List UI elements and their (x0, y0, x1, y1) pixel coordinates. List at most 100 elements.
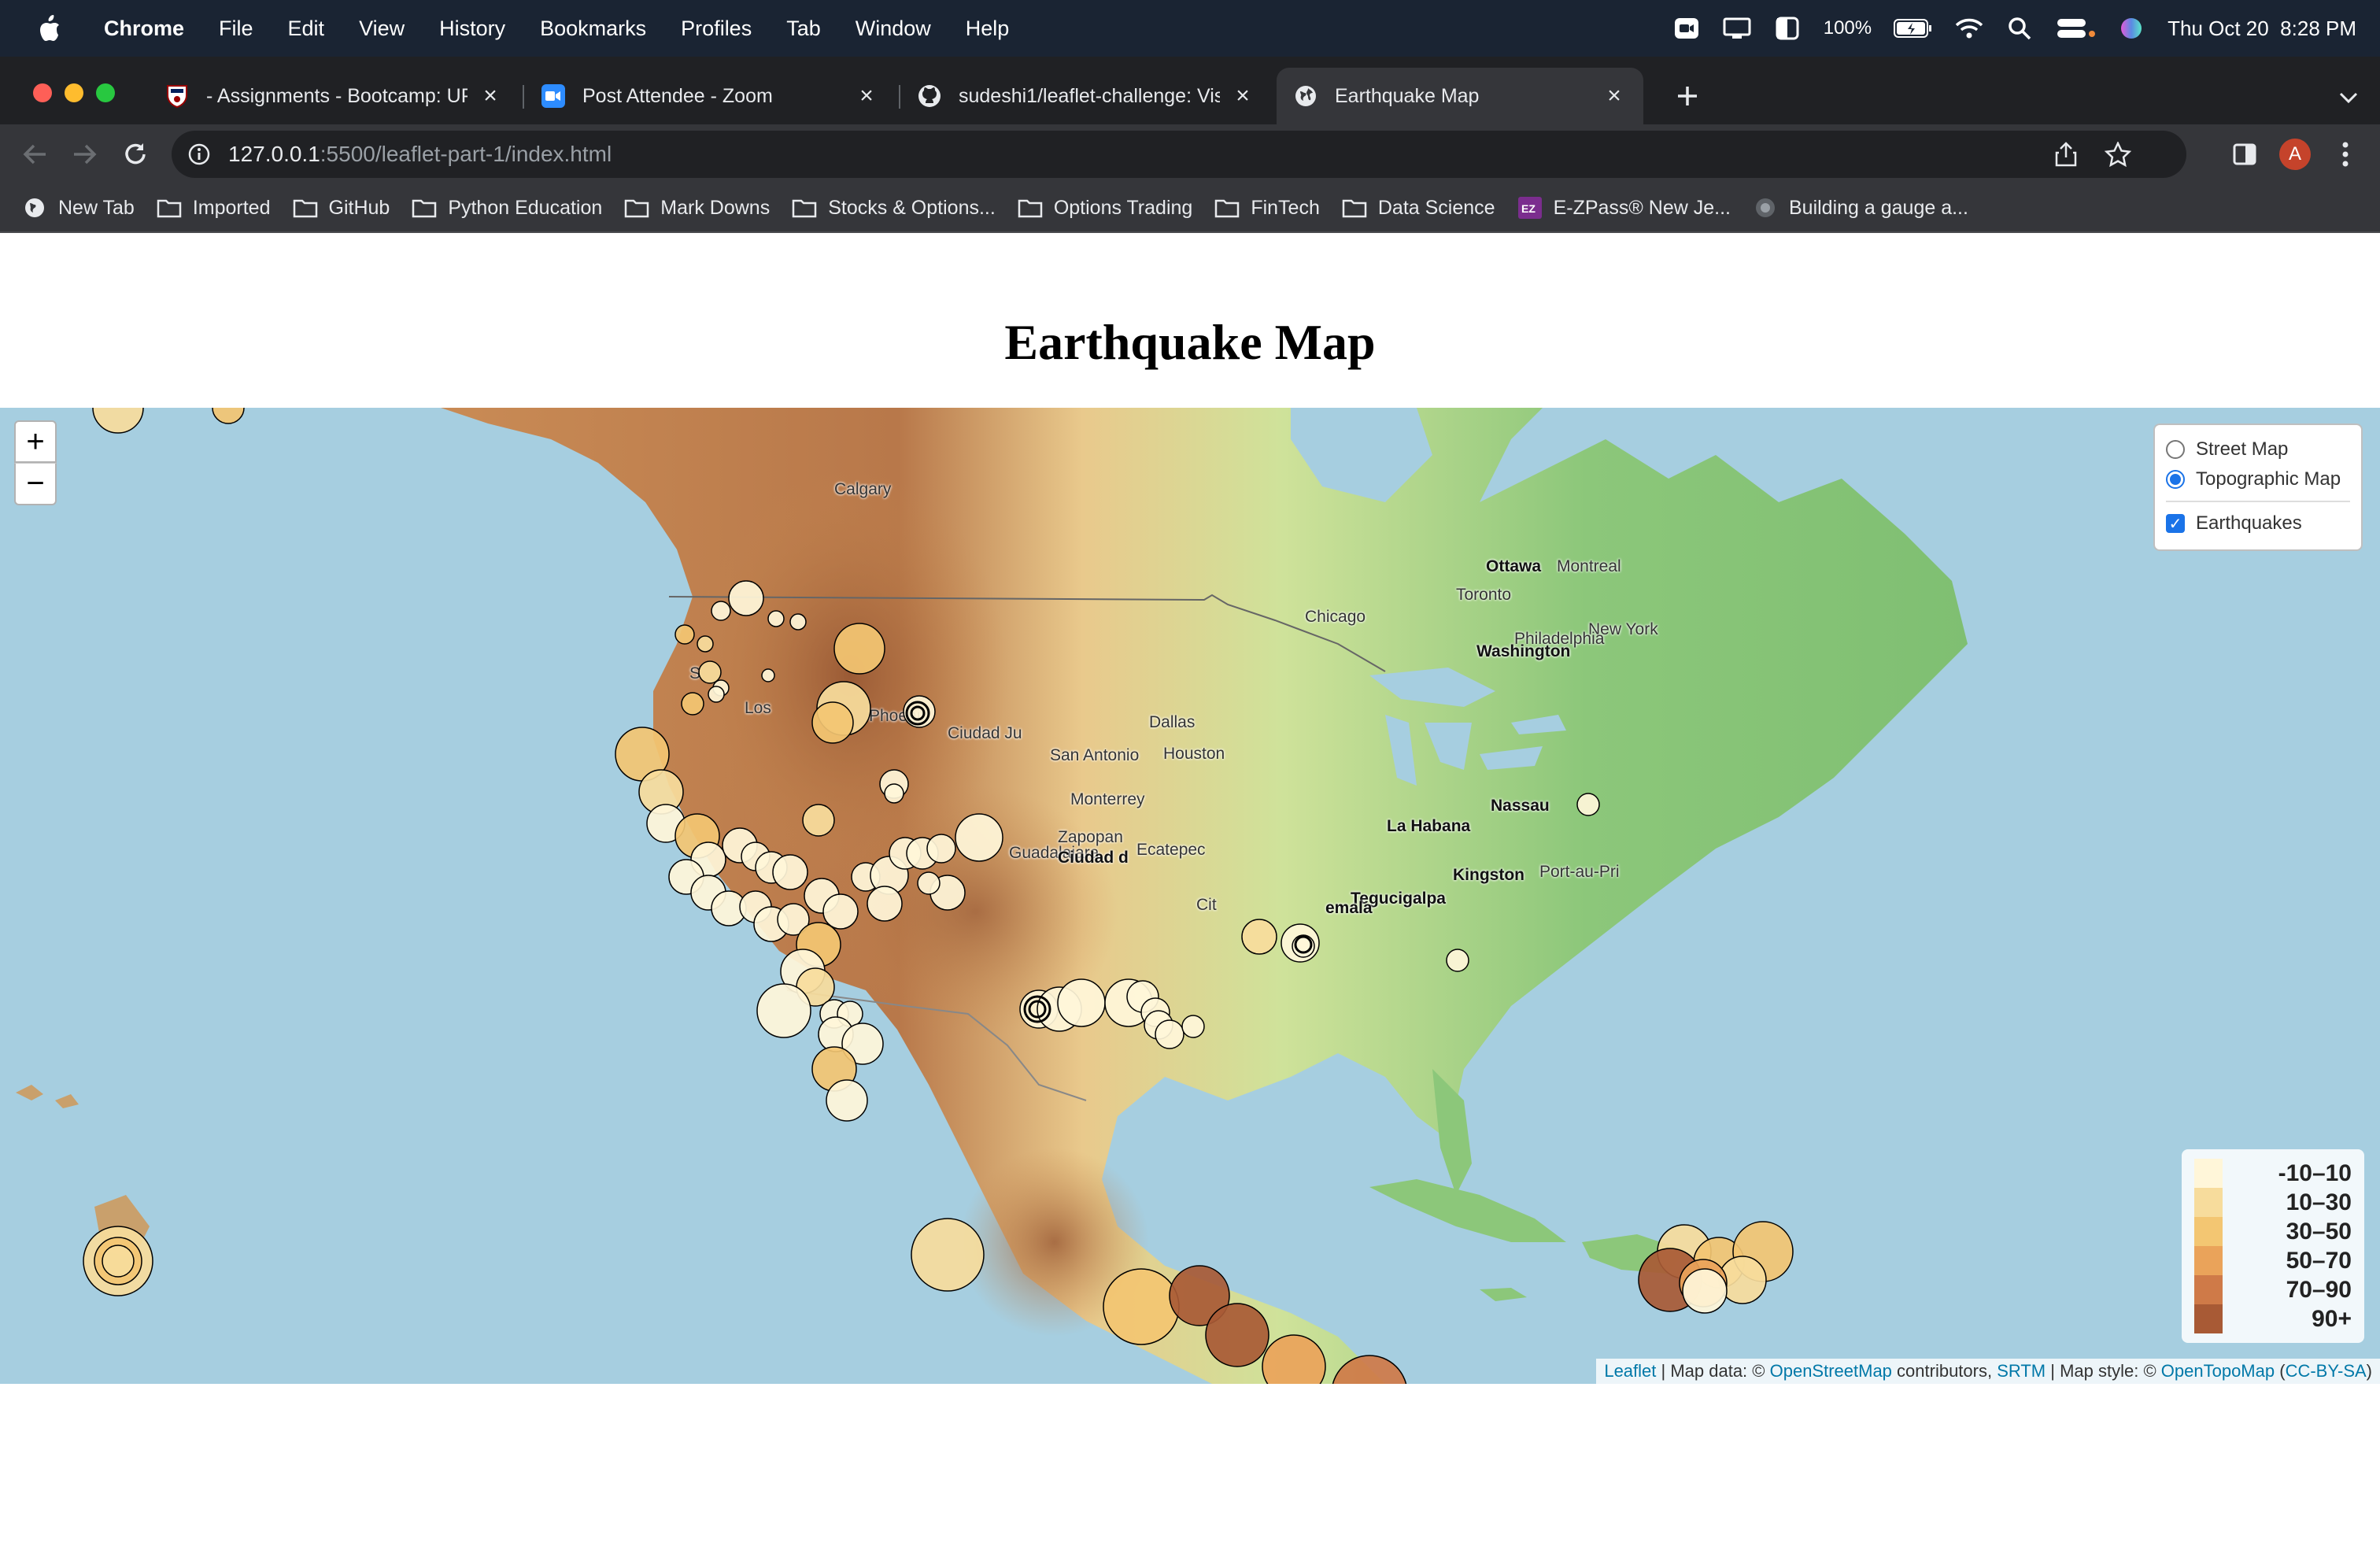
earthquake-marker[interactable] (92, 408, 144, 434)
menu-window[interactable]: Window (856, 17, 931, 41)
bookmark-item[interactable]: Mark Downs (624, 197, 770, 220)
earthquake-marker[interactable] (708, 686, 725, 703)
srtm-link[interactable]: SRTM (1997, 1361, 2046, 1381)
back-arrow-icon[interactable] (16, 135, 54, 173)
earthquake-marker[interactable] (1057, 978, 1106, 1027)
earthquake-marker[interactable] (1576, 793, 1600, 816)
bookmark-item[interactable]: Python Education (412, 197, 602, 220)
leaflet-map[interactable]: Calgary Ottawa Montreal Toronto Chicago New Y… (0, 408, 2380, 1384)
close-tab-icon[interactable]: × (1602, 83, 1626, 109)
earthquake-marker[interactable] (697, 635, 714, 653)
spotlight-search-icon[interactable] (2005, 17, 2034, 40)
street-map-option[interactable]: Street Map (2166, 435, 2350, 464)
window-minimize-button[interactable] (65, 83, 83, 102)
earthquake-marker[interactable] (867, 886, 903, 922)
display-icon[interactable] (1723, 17, 1751, 40)
share-icon[interactable] (2054, 142, 2079, 167)
topographic-map-option[interactable]: Topographic Map (2166, 464, 2350, 494)
kebab-menu-icon[interactable] (2326, 135, 2364, 173)
opentopomap-link[interactable]: OpenTopoMap (2161, 1361, 2275, 1381)
close-tab-icon[interactable]: × (479, 83, 502, 109)
earthquake-marker[interactable] (802, 804, 835, 837)
close-tab-icon[interactable]: × (855, 83, 878, 109)
bookmark-item[interactable]: GitHub (293, 197, 390, 220)
apple-icon[interactable] (30, 13, 69, 44)
earthquake-marker[interactable] (903, 695, 936, 728)
earthquake-marker[interactable] (674, 624, 695, 645)
earthquake-marker[interactable] (772, 854, 808, 890)
earthquake-marker[interactable] (761, 668, 775, 682)
address-bar[interactable]: 127.0.0.1:5500/leaflet-part-1/index.html (172, 131, 2186, 178)
earthquake-marker[interactable] (826, 1079, 868, 1122)
profile-avatar[interactable]: A (2276, 135, 2314, 173)
menu-file[interactable]: File (219, 17, 253, 41)
bookmark-item[interactable]: Imported (157, 197, 271, 220)
tab-search-chevron-icon[interactable] (2333, 82, 2364, 113)
zoom-out-button[interactable]: − (14, 463, 57, 505)
menu-help[interactable]: Help (966, 17, 1010, 41)
earthquake-marker[interactable] (1332, 1355, 1407, 1384)
siri-icon[interactable] (2117, 17, 2145, 40)
earthquake-marker[interactable] (833, 623, 885, 675)
earthquake-marker[interactable] (926, 834, 956, 864)
menu-tab[interactable]: Tab (786, 17, 821, 41)
menu-edit[interactable]: Edit (288, 17, 325, 41)
earthquake-marker[interactable] (102, 1245, 135, 1278)
earthquake-marker[interactable] (911, 1218, 985, 1292)
bookmark-item[interactable]: New Tab (22, 197, 135, 220)
earthquake-marker[interactable] (756, 983, 811, 1038)
forward-arrow-icon[interactable] (66, 135, 104, 173)
bookmark-item[interactable]: Stocks & Options... (792, 197, 996, 220)
earthquake-marker[interactable] (955, 813, 1003, 862)
battery-icon[interactable] (1894, 17, 1933, 40)
earthquake-marker-layer[interactable] (0, 408, 2380, 1384)
bookmark-star-icon[interactable] (2104, 141, 2132, 168)
tab-zoom[interactable]: Post Attendee - Zoom × (524, 68, 896, 124)
earthquake-marker[interactable] (711, 601, 731, 621)
earthquake-marker[interactable] (212, 408, 245, 424)
tab-github[interactable]: sudeshi1/leaflet-challenge: Visu × (900, 68, 1272, 124)
wifi-icon[interactable] (1955, 17, 1983, 40)
earthquake-marker[interactable] (1262, 1334, 1326, 1384)
earthquake-marker[interactable] (1241, 919, 1277, 955)
zoom-status-icon[interactable] (1672, 17, 1701, 40)
menu-app-name[interactable]: Chrome (104, 17, 184, 41)
bookmark-item[interactable]: Data Science (1342, 197, 1495, 220)
earthquake-marker[interactable] (1103, 1268, 1180, 1345)
sidebar-toggle-icon[interactable] (1773, 17, 1802, 40)
earthquake-marker[interactable] (884, 783, 904, 804)
earthquakes-checkbox[interactable]: ✓ (2166, 514, 2185, 533)
new-tab-plus-icon[interactable] (1670, 79, 1705, 113)
bookmark-item[interactable]: Options Trading (1018, 197, 1192, 220)
zoom-in-button[interactable]: + (14, 420, 57, 463)
bookmark-item[interactable]: Building a gauge a... (1753, 197, 1968, 220)
cc-by-sa-link[interactable]: CC-BY-SA (2286, 1361, 2367, 1381)
bookmark-item[interactable]: FinTech (1214, 197, 1320, 220)
tab-earthquake-map[interactable]: Earthquake Map × (1277, 68, 1643, 124)
earthquake-marker[interactable] (1205, 1303, 1269, 1367)
openstreetmap-link[interactable]: OpenStreetMap (1770, 1361, 1892, 1381)
earthquake-marker[interactable] (1446, 949, 1469, 972)
menu-history[interactable]: History (439, 17, 505, 41)
menu-bookmarks[interactable]: Bookmarks (540, 17, 646, 41)
menu-profiles[interactable]: Profiles (681, 17, 752, 41)
earthquake-marker[interactable] (1181, 1015, 1205, 1038)
earthquake-marker[interactable] (789, 613, 807, 631)
menubar-clock[interactable]: Thu Oct 20 8:28 PM (2168, 17, 2356, 41)
close-tab-icon[interactable]: × (1231, 83, 1255, 109)
bookmark-item[interactable]: EZ E-ZPass® New Je... (1517, 197, 1731, 220)
earthquake-marker[interactable] (681, 692, 704, 716)
topographic-map-radio[interactable] (2166, 470, 2185, 489)
earthquake-marker[interactable] (917, 871, 941, 895)
earthquake-marker[interactable] (1155, 1019, 1184, 1049)
earthquake-marker[interactable] (811, 701, 854, 744)
street-map-radio[interactable] (2166, 440, 2185, 459)
menu-view[interactable]: View (359, 17, 405, 41)
control-center-icon[interactable] (2056, 17, 2096, 40)
earthquake-marker[interactable] (822, 893, 859, 930)
earthquakes-overlay-option[interactable]: ✓ Earthquakes (2166, 509, 2350, 538)
site-info-icon[interactable] (187, 142, 211, 166)
tab-assignments[interactable]: - Assignments - Bootcamp: UP × (148, 68, 519, 124)
window-close-button[interactable] (33, 83, 52, 102)
leaflet-link[interactable]: Leaflet (1604, 1361, 1656, 1381)
